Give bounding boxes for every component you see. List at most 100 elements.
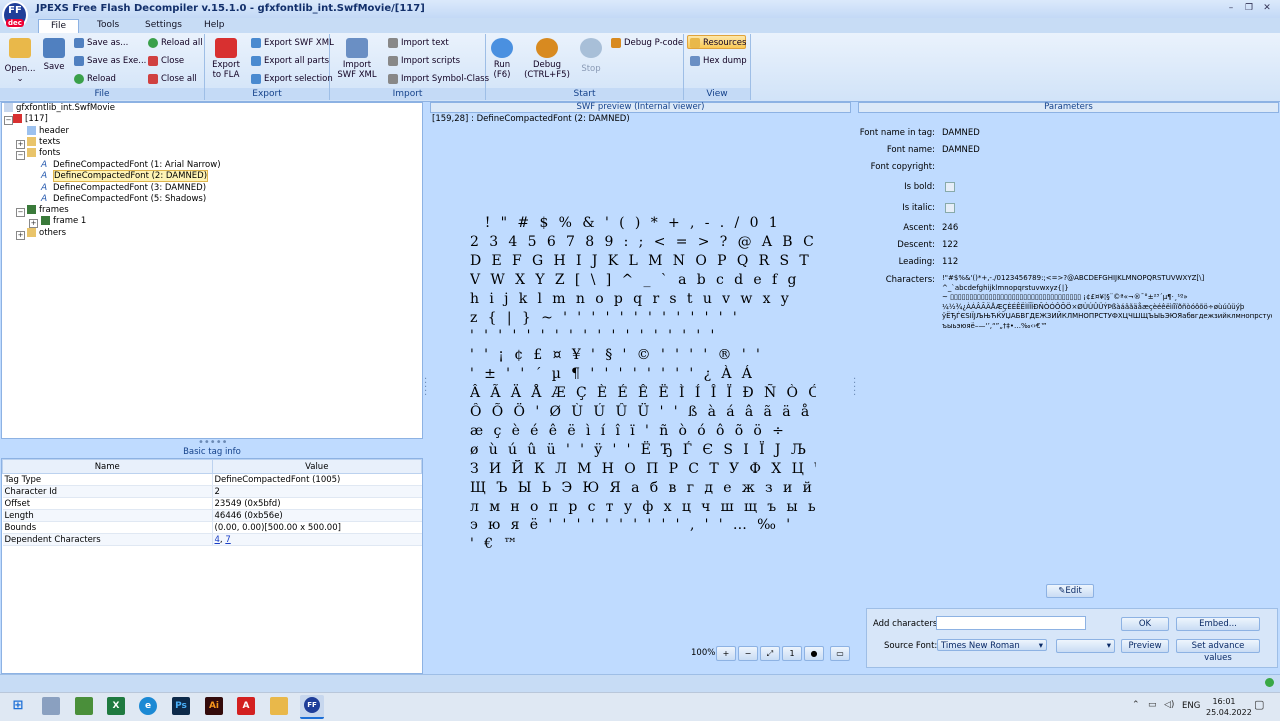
close-all-button[interactable]: Close all	[148, 72, 197, 86]
source-font-select[interactable]: Times New Roman ▾	[937, 639, 1047, 651]
debug-pcode-button[interactable]: Debug P-code	[611, 36, 683, 50]
resources-button[interactable]: Resources	[687, 35, 746, 49]
table-row[interactable]: Bounds (0.00, 0.00)[500.00 x 500.00]	[2, 521, 422, 534]
debug-button[interactable]: Debug (CTRL+F5)	[524, 38, 570, 80]
preview-button[interactable]: Preview	[1121, 639, 1169, 653]
import-text-icon	[388, 37, 398, 48]
tag-info-title: Basic tag info	[183, 447, 241, 457]
excel-icon[interactable]: X	[107, 697, 125, 715]
ok-button[interactable]: OK	[1121, 617, 1169, 631]
expand-icon[interactable]: +	[16, 140, 25, 149]
close-icon[interactable]: ✕	[1260, 2, 1274, 14]
import-swf-xml-button[interactable]: Import SWF XML	[336, 38, 378, 80]
tray-chevron-up-icon[interactable]: ⌃	[1132, 700, 1140, 710]
edit-button[interactable]: ✎Edit	[1046, 584, 1094, 598]
add-characters-input[interactable]	[936, 616, 1086, 630]
tree-node-117[interactable]: [117]	[13, 114, 48, 125]
is-italic-checkbox[interactable]	[945, 203, 955, 213]
table-row[interactable]: Tag Type DefineCompactedFont (1005)	[2, 473, 422, 486]
zoom-out-icon[interactable]: −	[738, 646, 758, 661]
expand-icon[interactable]: +	[16, 231, 25, 240]
glyph-row: ''''''''''''''''''	[470, 328, 725, 345]
menu-help[interactable]: Help	[192, 19, 237, 32]
tree-root[interactable]: gfxfontlib_int.SwfMovie	[4, 103, 115, 114]
ffdec-taskbar-icon[interactable]: FF	[300, 695, 324, 719]
save-button[interactable]: Save	[40, 38, 68, 72]
collapse-icon[interactable]: −	[16, 151, 25, 160]
language-indicator[interactable]: ENG	[1182, 701, 1200, 711]
save-as-exe-button[interactable]: Save as Exe...	[74, 54, 146, 68]
snapshot-icon[interactable]: ▭	[830, 646, 850, 661]
menu-settings[interactable]: Settings	[133, 19, 194, 32]
windows-start-icon[interactable]: ⊞	[9, 697, 27, 715]
notifications-icon[interactable]: ▢	[1254, 698, 1264, 711]
hex-dump-icon	[690, 55, 700, 66]
frame-icon	[41, 216, 50, 225]
stop-button[interactable]: Stop	[578, 38, 604, 74]
preview-status: [159,28] : DefineCompactedFont (2: DAMNE…	[432, 114, 630, 124]
run-button[interactable]: Run (F6)	[490, 38, 514, 80]
column-header-value[interactable]: Value	[211, 459, 422, 474]
tree-node-frames[interactable]: frames	[27, 205, 69, 216]
expand-icon[interactable]: +	[29, 219, 38, 228]
menu-tools[interactable]: Tools	[85, 19, 131, 32]
table-row[interactable]: Offset 23549 (0x5bfd)	[2, 497, 422, 510]
tree-node-others[interactable]: others	[27, 228, 66, 239]
editor-icon[interactable]	[75, 697, 93, 715]
open-button[interactable]: Open... ⌄	[4, 38, 36, 84]
reload-button[interactable]: Reload	[74, 72, 116, 86]
volume-icon[interactable]: ◁)	[1164, 700, 1174, 710]
tree-node-header[interactable]: header	[27, 126, 69, 137]
tree-node-texts[interactable]: texts	[27, 137, 60, 148]
collapse-icon[interactable]: −	[4, 116, 13, 125]
horizontal-splitter[interactable]: •••••	[198, 438, 228, 448]
export-selection-button[interactable]: Export selection	[251, 72, 333, 86]
column-header-name[interactable]: Name	[2, 459, 213, 474]
vertical-splitter-left[interactable]: · · · · ·	[424, 375, 427, 401]
file-explorer-icon[interactable]	[270, 697, 288, 715]
minimize-icon[interactable]: –	[1224, 2, 1238, 14]
vertical-splitter-right[interactable]: · · · · ·	[853, 375, 856, 401]
table-row[interactable]: Character Id 2	[2, 485, 422, 498]
zoom-reset-icon[interactable]: 1	[782, 646, 802, 661]
dependent-link-4[interactable]: 4	[215, 535, 220, 545]
set-advance-values-button[interactable]: Set advance values	[1176, 639, 1260, 663]
zoom-in-icon[interactable]: +	[716, 646, 736, 661]
clock[interactable]: 16:01 25.04.2022	[1206, 696, 1252, 718]
embed-button[interactable]: Embed...	[1176, 617, 1260, 631]
tree-node-font-5[interactable]: A DefineCompactedFont (5: Shadows)	[41, 194, 206, 205]
zoom-fit-icon[interactable]: ⤢	[760, 646, 780, 661]
network-icon[interactable]: ▭	[1148, 700, 1157, 710]
tree-node-frame-1[interactable]: frame 1	[41, 216, 86, 227]
close-button[interactable]: Close	[148, 54, 184, 68]
export-all-parts-button[interactable]: Export all parts	[251, 54, 329, 68]
tree-node-fonts[interactable]: fonts	[27, 148, 60, 159]
edge-icon[interactable]: e	[139, 697, 157, 715]
import-text-button[interactable]: Import text	[388, 36, 449, 50]
restore-icon[interactable]: ❐	[1242, 2, 1256, 14]
import-scripts-button[interactable]: Import scripts	[388, 54, 460, 68]
export-swf-xml-button[interactable]: Export SWF XML	[251, 36, 334, 50]
reload-all-button[interactable]: Reload all	[148, 36, 203, 50]
glyph-row: !"#$%&'()*+,-./01	[470, 215, 788, 231]
frames-icon	[27, 205, 36, 214]
hex-dump-button[interactable]: Hex dump	[690, 54, 747, 68]
is-bold-checkbox[interactable]	[945, 182, 955, 192]
acrobat-icon[interactable]: A	[237, 697, 255, 715]
collapse-icon[interactable]: −	[16, 208, 25, 217]
app-logo-icon[interactable]: FF dec	[2, 1, 28, 29]
tree-node-font-3[interactable]: A DefineCompactedFont (3: DAMNED)	[41, 183, 206, 194]
illustrator-icon[interactable]: Ai	[205, 697, 223, 715]
export-fla-button[interactable]: Export to FLA	[209, 38, 243, 80]
menu-file[interactable]: File	[38, 19, 80, 33]
table-row[interactable]: Length 46446 (0xb56e)	[2, 509, 422, 522]
notepad-icon[interactable]	[42, 697, 60, 715]
photoshop-icon[interactable]: Ps	[172, 697, 190, 715]
table-row[interactable]: Dependent Characters 4, 7	[2, 533, 422, 546]
save-as-button[interactable]: Save as...	[74, 36, 128, 50]
tree-node-font-2[interactable]: A DefineCompactedFont (2: DAMNED)	[41, 170, 209, 182]
color-picker-icon[interactable]: ●	[804, 646, 824, 661]
dependent-link-7[interactable]: 7	[225, 535, 230, 545]
font-style-select[interactable]: ▾	[1056, 639, 1115, 653]
import-symbol-class-button[interactable]: Import Symbol-Class	[388, 72, 489, 86]
